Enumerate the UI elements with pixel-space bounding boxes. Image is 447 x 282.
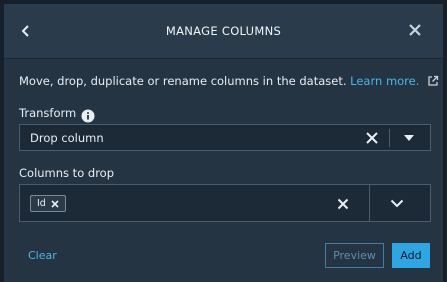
clear-button[interactable]: Clear <box>28 249 57 262</box>
clear-icon[interactable] <box>365 131 379 145</box>
columns-to-drop-select[interactable]: Id <box>19 184 431 222</box>
caret-down-icon[interactable] <box>403 133 415 143</box>
column-chip: Id <box>30 195 66 212</box>
close-icon[interactable] <box>407 22 423 38</box>
learn-more-link[interactable]: Learn more. <box>350 74 419 88</box>
clear-icon[interactable] <box>337 198 349 210</box>
panel-title: MANAGE COLUMNS <box>165 24 282 38</box>
panel-header: MANAGE COLUMNS <box>4 4 443 59</box>
remove-chip-icon[interactable] <box>51 199 59 208</box>
column-chip-label: Id <box>37 198 46 209</box>
transform-label: Transform <box>19 106 77 120</box>
external-link-icon[interactable] <box>427 75 439 87</box>
preview-button[interactable]: Preview <box>325 243 384 268</box>
description: Move, drop, duplicate or rename columns … <box>19 74 439 88</box>
select-divider <box>369 185 370 221</box>
info-icon[interactable] <box>81 109 95 123</box>
add-button[interactable]: Add <box>392 243 430 268</box>
transform-select-value: Drop column <box>30 131 104 145</box>
columns-to-drop-label: Columns to drop <box>19 166 114 180</box>
chevron-down-icon[interactable] <box>390 199 404 208</box>
transform-select[interactable]: Drop column <box>19 124 431 151</box>
description-text: Move, drop, duplicate or rename columns … <box>19 74 347 88</box>
select-divider <box>389 129 390 147</box>
manage-columns-panel: MANAGE COLUMNS Move, drop, duplicate or … <box>4 4 443 282</box>
